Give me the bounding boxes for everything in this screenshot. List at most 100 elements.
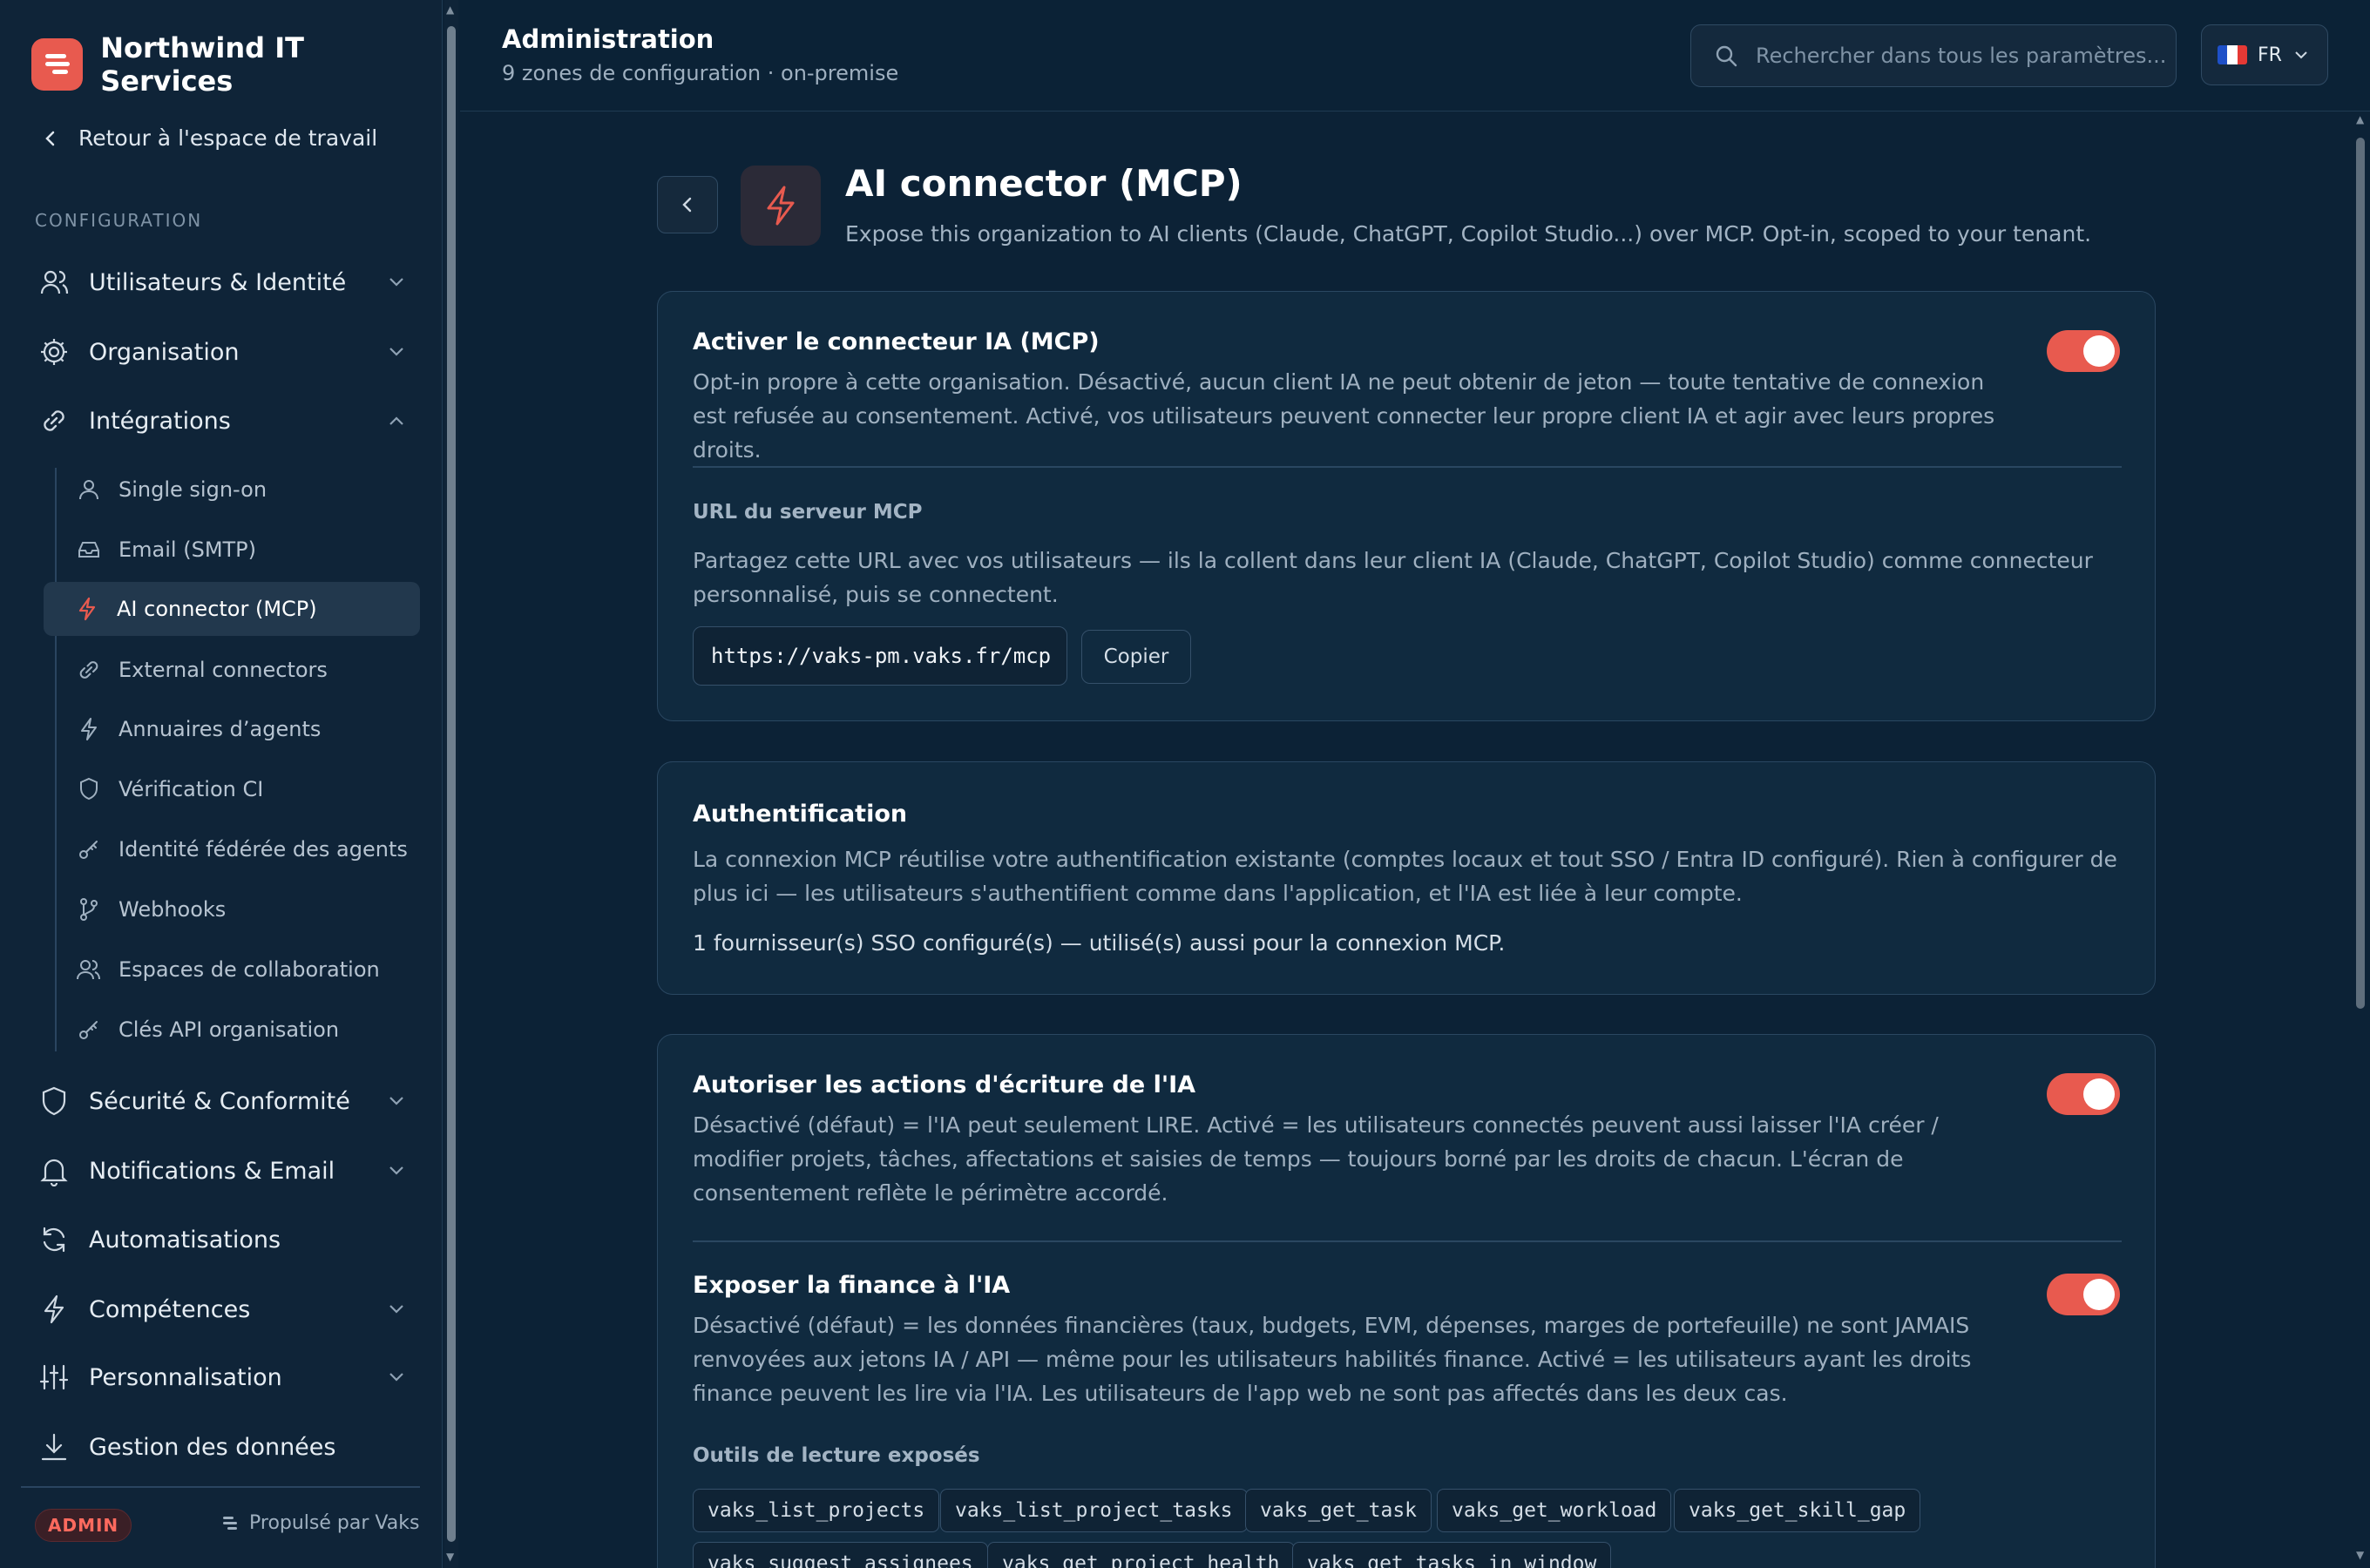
mcp-connector-card: Activer le connecteur IA (MCP) Opt-in pr… [657,291,2156,721]
nav-group-label: Organisation [89,338,240,366]
language-selector[interactable]: FR [2201,24,2328,85]
card-description: Opt-in propre à cette organisation. Désa… [693,369,1995,463]
nav-group-data-management[interactable]: Gestion des données [35,1421,410,1473]
main-scrollbar[interactable]: ▲ ▼ [2354,112,2367,1568]
nav-group-automations[interactable]: Automatisations [35,1213,410,1266]
nav-group-label: Compétences [89,1295,251,1323]
sidebar-item-label: Webhooks [118,897,227,922]
scroll-down-arrow-icon[interactable]: ▼ [446,1551,454,1563]
powered-by-label: Propulsé par Vaks [249,1512,420,1534]
bolt-icon [71,717,106,741]
back-to-workspace-link[interactable]: Retour à l'espace de travail [42,125,377,151]
user-icon [71,478,106,501]
sidebar-item-ci-verification[interactable]: Vérification CI [45,762,420,816]
page-description: Expose this organization to AI clients (… [845,221,2092,247]
bell-icon [35,1152,73,1190]
field-label: Outils de lecture exposés [693,1444,980,1467]
sidebar-item-single-sign-on[interactable]: Single sign-on [45,463,420,517]
chevron-down-icon [383,1166,410,1176]
field-help: Partagez cette URL avec vos utilisateurs… [693,548,2093,607]
sidebar-item-external-connectors[interactable]: External connectors [45,643,420,697]
card-description: Désactivé (défaut) = l'IA peut seulement… [693,1112,1939,1206]
sidebar-item-ai-connector[interactable]: AI connector (MCP) [44,582,420,636]
nav-group-organisation[interactable]: Organisation [35,326,410,378]
mcp-url-field[interactable]: https://vaks-pm.vaks.fr/mcp [693,626,1067,686]
card-divider [693,1240,2122,1242]
scrollbar-thumb[interactable] [447,26,456,1542]
nav-group-label: Personnalisation [89,1363,282,1391]
nav-group-users[interactable]: Utilisateurs & Identité [35,256,410,308]
sidebar-item-federated-identity[interactable]: Identité fédérée des agents [45,822,420,876]
toggle-knob [2083,1078,2115,1110]
brand-logo-icon [31,38,84,91]
header-subtitle: 9 zones de configuration · on-premise [502,61,899,85]
settings-search[interactable] [1690,24,2177,87]
sidebar-scrollbar[interactable]: ▲ ▼ [444,0,458,1568]
write-actions-toggle[interactable] [2047,1073,2120,1115]
tool-chip: vaks_suggest_assignees [693,1542,988,1568]
mcp-enable-toggle[interactable] [2047,330,2120,372]
scroll-down-arrow-icon[interactable]: ▼ [2356,1549,2364,1561]
scrollbar-thumb[interactable] [2356,138,2365,1009]
authentication-card: Authentification La connexion MCP réutil… [657,761,2156,995]
sidebar-item-label: Single sign-on [118,477,267,502]
git-branch-icon [71,897,106,922]
nav-group-security[interactable]: Sécurité & Conformité [35,1075,410,1127]
sidebar-item-label: Clés API organisation [118,1017,340,1042]
bolt-icon [767,186,795,226]
chevron-down-icon [383,277,410,287]
finance-exposure-toggle[interactable] [2047,1274,2120,1315]
card-description: Désactivé (défaut) = les données financi… [693,1313,1972,1406]
section-label: CONFIGURATION [35,210,203,231]
gear-icon [35,333,73,371]
tool-chip: vaks_get_project_health [987,1542,1295,1568]
search-icon [1716,45,1737,67]
chevron-left-icon [45,131,55,145]
sso-status: 1 fournisseur(s) SSO configuré(s) — util… [693,930,1506,956]
sidebar-item-label: Vérification CI [118,777,264,801]
nav-group-label: Sécurité & Conformité [89,1087,350,1115]
nav-group-notifications[interactable]: Notifications & Email [35,1145,410,1197]
copy-url-button[interactable]: Copier [1081,630,1191,684]
tool-chip: vaks_list_project_tasks [940,1489,1248,1532]
chevron-down-icon [383,347,410,357]
shield-icon [71,777,106,801]
sidebar-item-webhooks[interactable]: Webhooks [45,882,420,936]
field-label: URL du serveur MCP [693,501,923,524]
scroll-up-arrow-icon[interactable]: ▲ [2356,113,2364,125]
refresh-icon [35,1220,73,1259]
nav-group-customization[interactable]: Personnalisation [35,1351,410,1403]
chevron-up-icon [383,416,410,426]
nav-group-label: Automatisations [89,1226,281,1254]
card-title: Exposer la finance à l'IA [693,1272,1011,1299]
chevron-left-icon [682,197,692,213]
search-input[interactable] [1756,44,2165,68]
chevron-down-icon [383,1096,410,1106]
sidebar-divider [21,1486,420,1488]
sidebar-item-email-smtp[interactable]: Email (SMTP) [45,523,420,577]
sidebar-item-org-api-keys[interactable]: Clés API organisation [45,1003,420,1057]
sidebar-item-collaboration-spaces[interactable]: Espaces de collaboration [45,943,420,997]
ai-permissions-card: Autoriser les actions d'écriture de l'IA… [657,1034,2156,1568]
powered-by: Propulsé par Vaks [221,1512,419,1534]
nav-group-skills[interactable]: Compétences [35,1283,410,1335]
brand-name: Northwind IT Services [100,31,304,98]
inbox-icon [71,539,106,560]
tool-chip: vaks_list_projects [693,1489,940,1532]
chevron-down-icon [383,1304,410,1315]
nav-group-label: Gestion des données [89,1433,336,1461]
brand[interactable]: Northwind IT Services [31,31,442,98]
header-title: Administration [502,24,714,54]
chevron-down-icon [2295,51,2307,59]
sidebar-item-label: Espaces de collaboration [118,957,380,982]
language-code: FR [2258,44,2282,66]
nav-group-integrations[interactable]: Intégrations [35,395,410,447]
key-icon [71,838,106,861]
back-button[interactable] [657,176,718,233]
card-title: Activer le connecteur IA (MCP) [693,328,1100,355]
tool-chip: vaks_get_task [1245,1489,1432,1532]
sidebar-item-agent-directories[interactable]: Annuaires d’agents [45,702,420,756]
sidebar-item-label: Email (SMTP) [118,537,257,562]
scroll-up-arrow-icon[interactable]: ▲ [446,3,454,16]
toggle-knob [2083,335,2115,367]
